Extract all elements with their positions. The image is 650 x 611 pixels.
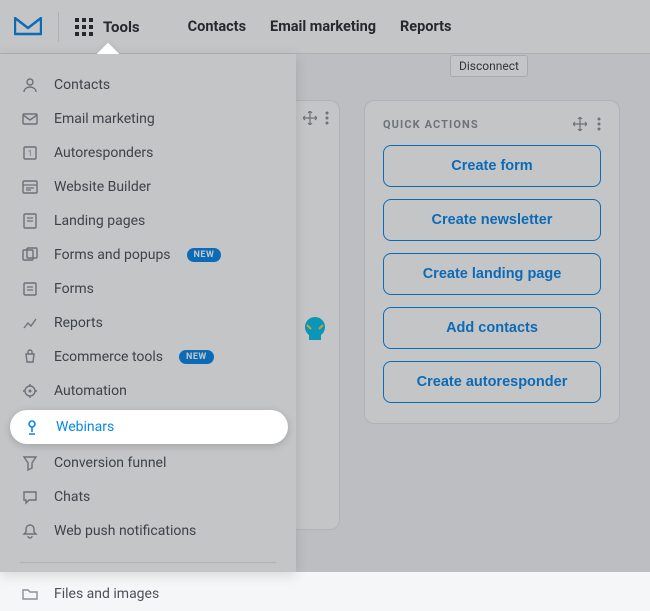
svg-text:1: 1 [28,149,33,158]
website-icon [20,177,40,197]
chats-icon [20,487,40,507]
nav-contacts[interactable]: Contacts [188,18,246,35]
tools-label: Tools [103,18,140,36]
new-badge: NEW [187,248,222,262]
create-newsletter-button[interactable]: Create newsletter [383,199,601,241]
forms-popups-icon [20,245,40,265]
menu-label: Webinars [56,419,114,435]
nav-email-marketing[interactable]: Email marketing [270,18,376,35]
menu-website-builder[interactable]: Website Builder [0,170,296,204]
menu-label: Reports [54,315,103,331]
quick-actions-title: QUICK ACTIONS [383,118,479,131]
folder-icon [20,584,40,604]
landing-icon [20,211,40,231]
menu-webpush[interactable]: Web push notifications [0,514,296,548]
webinars-icon [22,417,42,437]
ecommerce-icon [20,347,40,367]
menu-label: Ecommerce tools [54,349,163,365]
disconnect-tooltip: Disconnect [450,55,528,77]
contacts-icon [20,75,40,95]
create-form-button[interactable]: Create form [383,145,601,187]
menu-label: Forms and popups [54,247,171,263]
menu-autoresponders[interactable]: 1 Autoresponders [0,136,296,170]
nav-reports[interactable]: Reports [400,18,451,35]
menu-label: Conversion funnel [54,455,166,471]
create-landing-page-button[interactable]: Create landing page [383,253,601,295]
move-icon[interactable] [303,111,317,125]
menu-label: Website Builder [54,179,151,195]
menu-label: Landing pages [54,213,145,229]
lightbulb-icon [301,315,329,351]
top-bar: Tools Contacts Email marketing Reports [0,0,650,54]
menu-email-marketing[interactable]: Email marketing [0,102,296,136]
menu-label: Web push notifications [54,523,196,539]
dots-vertical-icon[interactable] [597,117,601,131]
dots-vertical-icon[interactable] [325,111,329,125]
top-nav: Contacts Email marketing Reports [188,18,452,35]
add-contacts-button[interactable]: Add contacts [383,307,601,349]
partial-card [290,100,340,530]
new-badge: NEW [179,350,214,364]
menu-forms[interactable]: Forms [0,272,296,306]
menu-files-images[interactable]: Files and images [0,577,296,611]
menu-contacts[interactable]: Contacts [0,68,296,102]
menu-label: Files and images [54,586,159,602]
tools-dropdown: Contacts Email marketing 1 Autoresponder… [0,54,296,572]
menu-label: Autoresponders [54,145,153,161]
create-autoresponder-button[interactable]: Create autoresponder [383,361,601,403]
menu-label: Chats [54,489,90,505]
automation-icon [20,381,40,401]
quick-actions-panel: QUICK ACTIONS Create form Create newslet… [364,100,620,424]
menu-label: Email marketing [54,111,155,127]
grid-icon [75,18,93,36]
forms-icon [20,279,40,299]
menu-label: Forms [54,281,94,297]
menu-forms-popups[interactable]: Forms and popups NEW [0,238,296,272]
menu-ecommerce[interactable]: Ecommerce tools NEW [0,340,296,374]
envelope-icon [20,109,40,129]
menu-webinars[interactable]: Webinars [10,410,288,444]
menu-label: Contacts [54,77,110,93]
menu-label: Automation [54,383,127,399]
funnel-icon [20,453,40,473]
move-icon[interactable] [573,117,587,131]
menu-automation[interactable]: Automation [0,374,296,408]
menu-chats[interactable]: Chats [0,480,296,514]
reports-icon [20,313,40,333]
menu-reports[interactable]: Reports [0,306,296,340]
logo-envelope-icon[interactable] [14,17,42,37]
tools-menu-button[interactable]: Tools [75,18,140,36]
webpush-icon [20,521,40,541]
menu-conversion-funnel[interactable]: Conversion funnel [0,446,296,480]
menu-landing-pages[interactable]: Landing pages [0,204,296,238]
divider [58,12,59,42]
autoresponder-icon: 1 [20,143,40,163]
separator [20,562,276,563]
